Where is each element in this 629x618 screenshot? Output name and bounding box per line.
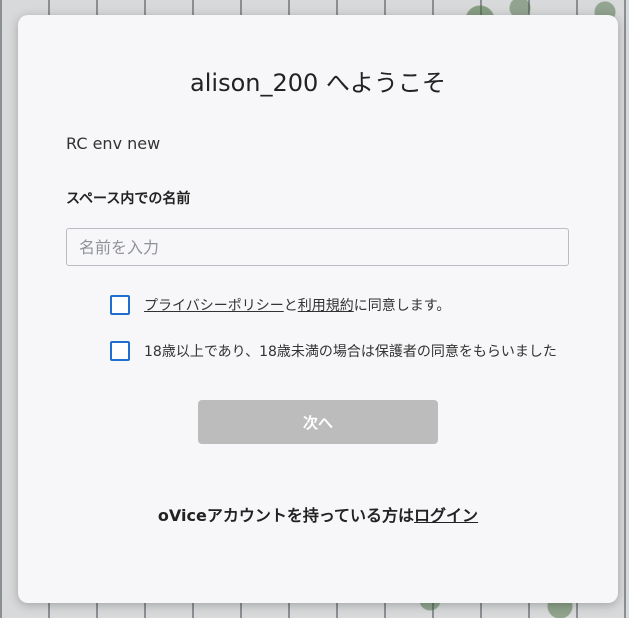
login-prompt-text: oViceアカウントを持っている方は bbox=[157, 506, 415, 525]
privacy-policy-link[interactable]: プライバシーポリシー bbox=[144, 298, 284, 314]
space-name: RC env new bbox=[66, 134, 161, 153]
age-confirm-checkbox[interactable] bbox=[110, 341, 130, 361]
consent-suffix: に同意します。 bbox=[353, 298, 451, 314]
login-link[interactable]: ログイン bbox=[414, 506, 478, 525]
consent-checkbox[interactable] bbox=[110, 295, 130, 315]
login-prompt: oViceアカウントを持っている方はログイン bbox=[18, 502, 618, 526]
consent-row: プライバシーポリシーと利用規約に同意します。 bbox=[110, 295, 450, 315]
terms-link[interactable]: 利用規約 bbox=[298, 298, 354, 314]
age-confirm-text: 18歳以上であり、18歳未満の場合は保護者の同意をもらいました bbox=[144, 344, 557, 360]
next-button[interactable]: 次へ bbox=[198, 400, 438, 444]
name-field-label: スペース内での名前 bbox=[66, 191, 191, 207]
consent-and: と bbox=[283, 298, 298, 314]
consent-text: プライバシーポリシーと利用規約に同意します。 bbox=[144, 295, 450, 315]
age-confirm-row: 18歳以上であり、18歳未満の場合は保護者の同意をもらいました bbox=[110, 341, 557, 361]
name-input[interactable] bbox=[66, 228, 569, 266]
welcome-dialog: alison_200 へようこそ RC env new スペース内での名前 プラ… bbox=[18, 15, 618, 603]
dialog-title: alison_200 へようこそ bbox=[190, 69, 446, 97]
